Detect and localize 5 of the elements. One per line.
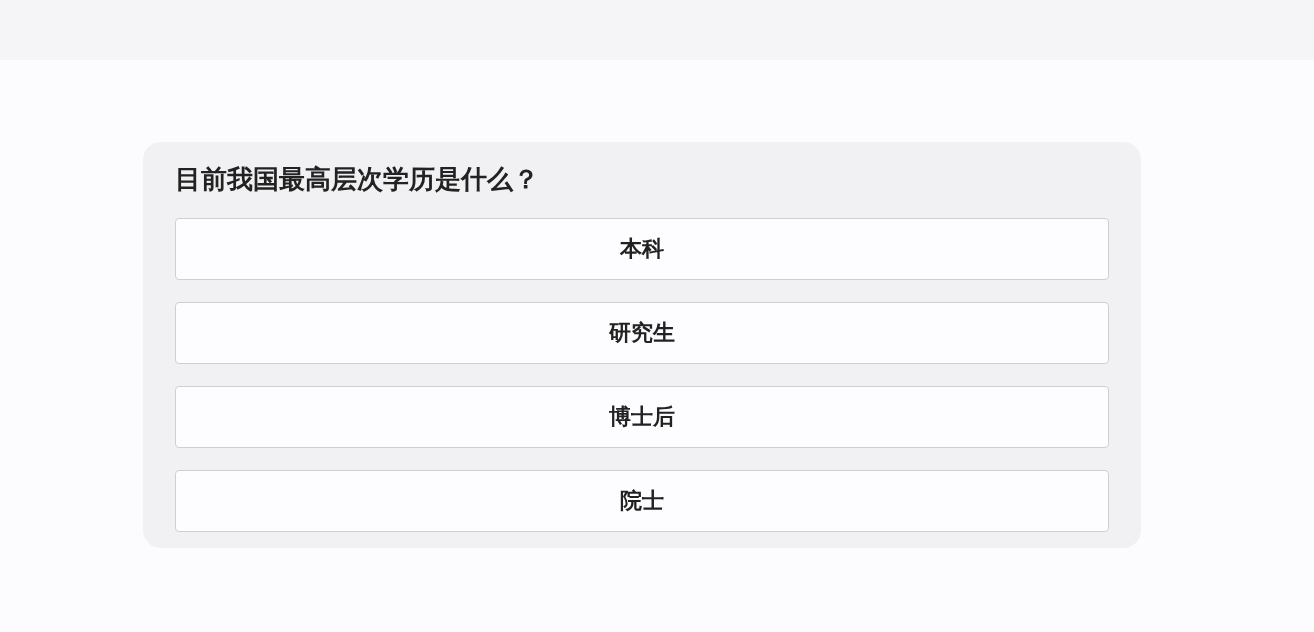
- answer-option-button[interactable]: 院士: [175, 470, 1109, 532]
- answer-option-button[interactable]: 博士后: [175, 386, 1109, 448]
- answer-option-button[interactable]: 研究生: [175, 302, 1109, 364]
- answer-option-button[interactable]: 本科: [175, 218, 1109, 280]
- question-text: 目前我国最高层次学历是什么？: [175, 163, 540, 196]
